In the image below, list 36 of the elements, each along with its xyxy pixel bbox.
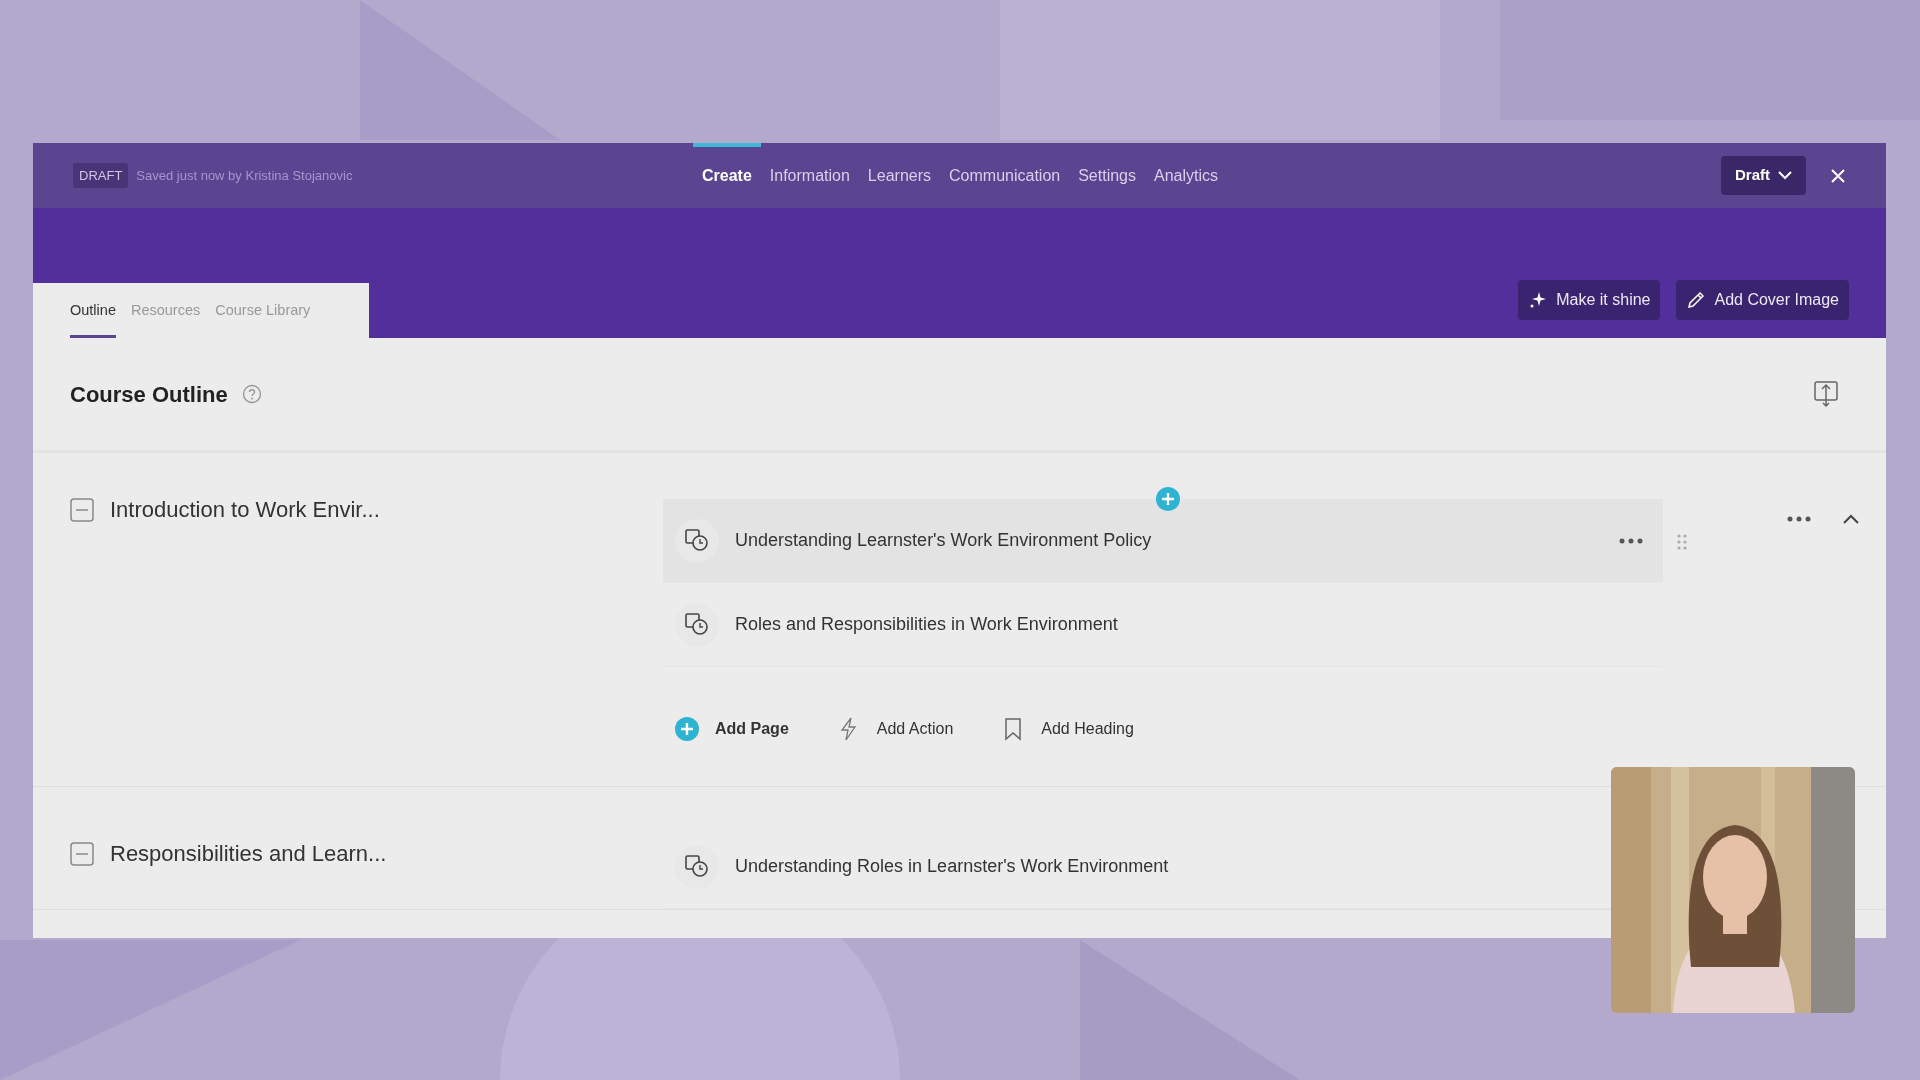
drag-handle-icon[interactable] xyxy=(1677,534,1687,550)
section-heading: Responsibilities and Learn... xyxy=(110,840,387,868)
add-action-button[interactable]: Add Action xyxy=(836,717,954,741)
close-icon[interactable] xyxy=(1830,167,1846,184)
cover-image-button[interactable]: Add Cover Image xyxy=(1676,279,1849,320)
page-title[interactable]: Understanding Learnster's Work Environment Policy xyxy=(735,527,1152,554)
add-page-button[interactable]: Add Page xyxy=(675,717,789,741)
more-icon[interactable] xyxy=(1787,516,1811,522)
make-it-shine-button[interactable]: Make it shine xyxy=(1518,279,1661,320)
nav-tab[interactable]: Learners xyxy=(858,143,940,208)
nav-tab[interactable]: Analytics xyxy=(1145,143,1227,208)
status-dropdown[interactable]: Draft xyxy=(1721,156,1806,195)
add-icon xyxy=(675,717,699,741)
chevron-up-icon[interactable] xyxy=(1843,514,1859,524)
collapse-icon[interactable] xyxy=(70,841,94,866)
page-title[interactable]: Understanding Roles in Learnster's Work Environment xyxy=(735,853,1169,880)
pages-icon xyxy=(685,528,709,553)
pages-icon xyxy=(685,612,709,637)
page-title[interactable]: Roles and Responsibilities in Work Environment xyxy=(735,611,1118,638)
chevron-down-icon xyxy=(1778,171,1792,180)
collapse-icon[interactable] xyxy=(70,497,94,522)
saved-status-text: Saved just now by Kristina Stojanovic xyxy=(136,166,353,185)
nav-tab[interactable]: Communication xyxy=(940,143,1070,208)
more-icon[interactable] xyxy=(1619,537,1643,544)
add-heading-button[interactable]: Add Heading xyxy=(1001,717,1134,741)
nav-tab[interactable]: Settings xyxy=(1069,143,1145,208)
page-row[interactable]: Understanding Learnster's Work Environment Policy xyxy=(663,499,1663,583)
section-title: Course Outline xyxy=(70,380,228,409)
content-tab[interactable]: Outline xyxy=(70,283,116,338)
nav-tab[interactable]: Information xyxy=(760,143,859,208)
section-heading: Introduction to Work Envir... xyxy=(110,496,380,524)
screen-arrow-icon[interactable] xyxy=(1813,380,1839,408)
pages-icon xyxy=(685,854,709,879)
status-badge: DRAFT xyxy=(73,162,129,189)
pencil-icon xyxy=(1686,289,1707,310)
nav-tab[interactable]: Create xyxy=(693,143,761,208)
